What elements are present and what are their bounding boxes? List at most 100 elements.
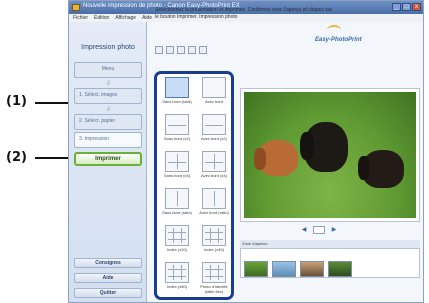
dog-left-ear [254, 148, 266, 170]
layout-label: Avec bord (x4) [201, 173, 227, 178]
callout-1: (1) [6, 94, 27, 109]
layout-divider [168, 124, 186, 126]
help-button[interactable]: Aide [74, 273, 142, 283]
layout-option[interactable]: Avec bord (x4) [199, 151, 229, 178]
layout-divider [205, 275, 223, 277]
layout-divider [205, 232, 223, 234]
layout-label: Avec bord [205, 99, 223, 104]
layout-thumbnail [202, 188, 226, 209]
layout-thumbnail [165, 262, 189, 283]
layout-divider [173, 265, 175, 280]
layout-option[interactable]: Avec bord (x2) [199, 114, 229, 141]
menu-file[interactable]: Fichier [73, 14, 88, 22]
layout-thumbnail [202, 262, 226, 283]
layout-option[interactable]: Sans bord (ratio) [162, 188, 192, 215]
layout-thumbnail [165, 114, 189, 135]
layout-divider [168, 232, 186, 234]
instruction-text: Sélectionnez la présentation et imprimez… [155, 7, 333, 20]
minimize-button[interactable]: _ [392, 3, 401, 11]
step-print[interactable]: 3. Impression [74, 132, 142, 148]
layout-label: Sans bord (x2) [163, 136, 191, 141]
print-button[interactable]: Imprimer [74, 152, 142, 166]
step-menu[interactable]: Menu [74, 62, 142, 78]
app-logo: Easy-PhotoPrint [315, 37, 362, 43]
layout-divider [168, 238, 186, 240]
filmstrip-label: Zone d'apercu [240, 240, 420, 248]
arrow-down-icon: ⇩ [106, 107, 112, 113]
filmstrip-thumb[interactable] [328, 261, 352, 277]
layout-option[interactable]: Avec bord [199, 77, 229, 104]
layout-divider [180, 265, 182, 280]
dog-middle-ear [300, 132, 314, 160]
rotate-icon[interactable] [166, 46, 174, 54]
layout-divider [205, 124, 223, 126]
layout-divider [217, 265, 219, 280]
layout-option[interactable]: Avec bord (ratio) [199, 188, 229, 215]
photo-preview [240, 88, 420, 222]
pager: ◀ ▶ [300, 226, 338, 234]
layout-divider [173, 228, 175, 243]
layout-thumbnail [202, 114, 226, 135]
step-select-paper[interactable]: 2. Sélect. papier [74, 114, 142, 130]
layout-thumbnail [165, 225, 189, 246]
layout-thumbnail [165, 77, 189, 98]
step-select-images[interactable]: 1. Sélect. images [74, 88, 142, 104]
layout-option[interactable]: Sans bord (x2) [162, 114, 192, 141]
edit-icon[interactable] [188, 46, 196, 54]
menu-help[interactable]: Aide [142, 14, 152, 22]
filmstrip-thumb[interactable] [244, 261, 268, 277]
menu-view[interactable]: Affichage [115, 14, 136, 22]
layout-label: Avec bord (ratio) [199, 210, 229, 215]
layout-label: Photo d'identité (taille fixe) [200, 284, 228, 294]
layout-divider [205, 269, 223, 271]
layout-label: Index (x20) [166, 247, 187, 252]
filmstrip-thumb[interactable] [300, 261, 324, 277]
layout-divider [177, 191, 178, 206]
layout-divider [168, 275, 186, 277]
layout-option[interactable]: Photo d'identité (taille fixe) [199, 262, 229, 294]
layout-label: Index (x40) [203, 247, 224, 252]
layout-divider [214, 191, 215, 206]
layout-option[interactable]: Sans bord (x4) [162, 151, 192, 178]
callout-2: (2) [6, 150, 27, 165]
toolbar [155, 46, 207, 54]
logo-swirl-icon [327, 25, 341, 35]
layout-panel: Sans bord (total) Avec bord Sans bord (x2)… [154, 71, 234, 300]
close-button[interactable]: x [412, 3, 421, 11]
layout-divider [214, 154, 215, 169]
arrow-down-icon: ⇩ [106, 81, 112, 87]
app-icon [72, 4, 80, 11]
layout-thumbnail [202, 225, 226, 246]
layout-option[interactable]: Index (x40) [199, 225, 229, 252]
layout-thumbnail [202, 77, 226, 98]
zoom-icon[interactable] [155, 46, 163, 54]
dog-right-ear [358, 156, 370, 180]
layout-option[interactable]: Sans bord (total) [162, 77, 192, 104]
layout-divider [205, 238, 223, 240]
next-icon[interactable]: ▶ [330, 226, 338, 234]
layout-thumbnail [202, 151, 226, 172]
layout-divider [217, 228, 219, 243]
filmstrip-thumb[interactable] [272, 261, 296, 277]
prev-icon[interactable]: ◀ [300, 226, 308, 234]
text-icon[interactable] [199, 46, 207, 54]
layout-thumbnail [165, 151, 189, 172]
layout-divider [168, 269, 186, 271]
layout-label: Avec bord (x2) [201, 136, 227, 141]
layout-divider [177, 154, 178, 169]
filmstrip [240, 248, 420, 278]
quit-button[interactable]: Quitter [74, 288, 142, 298]
crop-icon[interactable] [177, 46, 185, 54]
layout-thumbnail [165, 188, 189, 209]
layout-option[interactable]: Index (x80) [162, 262, 192, 289]
layout-label: Sans bord (total) [162, 99, 192, 104]
maximize-button[interactable]: □ [402, 3, 411, 11]
layout-divider [210, 265, 212, 280]
layout-option[interactable]: Index (x20) [162, 225, 192, 252]
page-box [313, 226, 325, 234]
layout-label: Sans bord (ratio) [162, 210, 192, 215]
layout-divider [210, 228, 212, 243]
guide-button[interactable]: Consignes [74, 258, 142, 268]
layout-divider [180, 228, 182, 243]
menu-edit[interactable]: Édition [94, 14, 109, 22]
